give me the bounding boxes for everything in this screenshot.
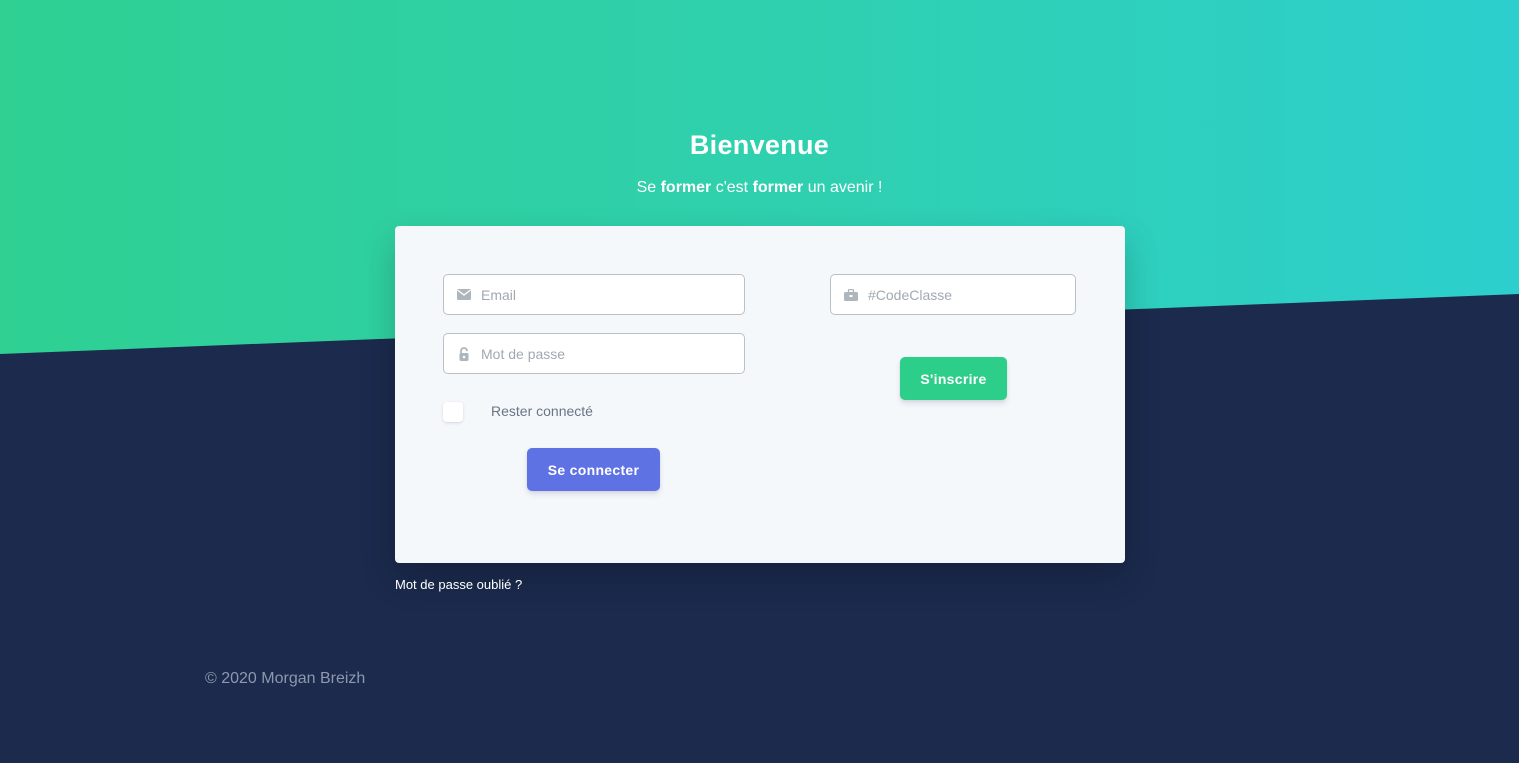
footer-copyright: © 2020 Morgan Breizh [205,670,366,687]
page-title: Bienvenue [689,130,830,160]
remember-me-label: Rester connecté [491,403,593,419]
subtitle-text: c'est [711,179,753,196]
auth-card: Rester connecté Se connecter S'inscrire [395,226,1125,563]
subtitle-text: un avenir ! [803,179,883,196]
briefcase-icon [843,287,858,302]
class-code-field[interactable] [830,274,1076,315]
subtitle-text: Se [636,179,661,196]
login-page: Bienvenue Se former c'est former un aven… [0,0,1519,763]
page-subtitle: Se former c'est former un avenir ! [0,179,1519,197]
remember-me-checkbox[interactable] [443,402,463,422]
email-input[interactable] [481,275,736,314]
forgot-password-link[interactable]: Mot de passe oublié ? [395,577,522,592]
password-field[interactable] [443,333,745,374]
class-code-input[interactable] [868,275,1067,314]
subtitle-emphasis: former [660,179,712,196]
subtitle-emphasis: former [752,179,804,196]
password-input[interactable] [481,334,736,373]
email-field[interactable] [443,274,745,315]
lock-icon [456,346,471,361]
envelope-icon [456,287,471,302]
login-button[interactable]: Se connecter [527,448,660,491]
register-button[interactable]: S'inscrire [900,357,1007,400]
